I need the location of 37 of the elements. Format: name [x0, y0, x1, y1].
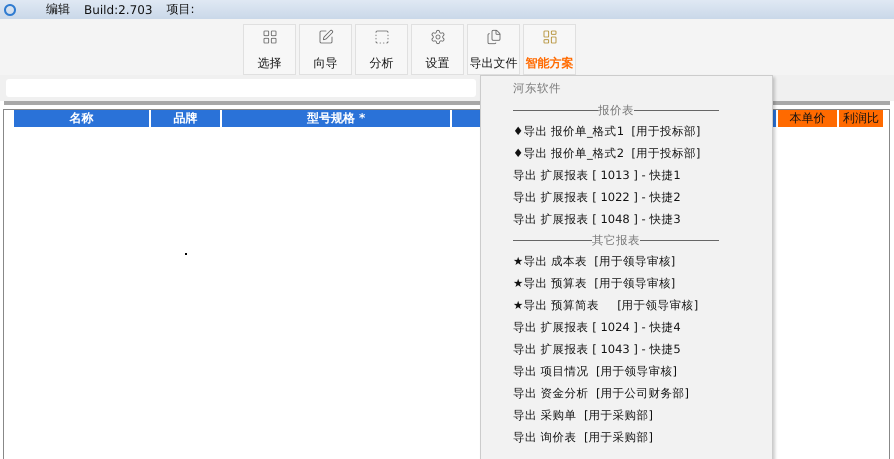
toolbar-button[interactable]: 设置: [411, 24, 464, 75]
menu-item[interactable]: 导出 询价表 [用于采购部]: [513, 426, 772, 448]
menu-header: 河东软件: [513, 80, 562, 97]
documents-icon: [486, 29, 502, 45]
menu-item[interactable]: ♦导出 报价单_格式1 [用于投标部]: [513, 120, 772, 142]
toolbar-button[interactable]: 向导: [299, 24, 352, 75]
menu-item[interactable]: 导出 资金分析 [用于公司财务部]: [513, 382, 772, 404]
column-header: 品牌: [151, 110, 222, 127]
column-header: 利润比: [839, 110, 885, 127]
menu-item[interactable]: ★导出 预算表 [用于领导审核]: [513, 272, 772, 294]
toolbar-button[interactable]: 分析: [355, 24, 408, 75]
menu-item[interactable]: ♦导出 报价单_格式2 [用于投标部]: [513, 142, 772, 164]
menu-item[interactable]: 导出 扩展报表 [ 1024 ] - 快捷4: [513, 316, 772, 338]
menu-item[interactable]: 导出 扩展报表 [ 1022 ] - 快捷2: [513, 186, 772, 208]
grid-icon: [262, 29, 278, 45]
project-label: 项目:: [166, 1, 195, 18]
menu-item[interactable]: ★导出 成本表 [用于领导审核]: [513, 250, 772, 272]
column-header: 名称: [14, 110, 151, 127]
square-icon: [374, 29, 390, 45]
menu-item[interactable]: 编辑: [46, 1, 70, 18]
build-label: Build:2.703: [84, 2, 153, 16]
column-header: 型号规格 *: [222, 110, 452, 127]
toolbar-button[interactable]: 导出文件: [467, 24, 520, 75]
menu-item[interactable]: 导出 采购单 [用于采购部]: [513, 404, 772, 426]
column-header: 本单价: [778, 110, 839, 127]
menu-item[interactable]: 导出 项目情况 [用于领导审核]: [513, 360, 772, 382]
menu-item[interactable]: 导出 扩展报表 [ 1043 ] - 快捷5: [513, 338, 772, 360]
pencil-square-icon: [318, 29, 334, 45]
dashboard-icon: [542, 29, 558, 45]
menu-item[interactable]: ★导出 预算简表 [用于领导审核]: [513, 294, 772, 316]
app-logo-icon: [4, 4, 16, 16]
settings-icon: [430, 29, 446, 45]
menu-item[interactable]: 导出 扩展报表 [ 1013 ] - 快捷1: [513, 164, 772, 186]
menu-section-label: 其它报表: [592, 232, 640, 248]
toolbar-button[interactable]: 选择: [243, 24, 296, 75]
menu-item[interactable]: 导出 扩展报表 [ 1048 ] - 快捷3: [513, 208, 772, 230]
menu-section-label: 报价表: [598, 102, 634, 118]
